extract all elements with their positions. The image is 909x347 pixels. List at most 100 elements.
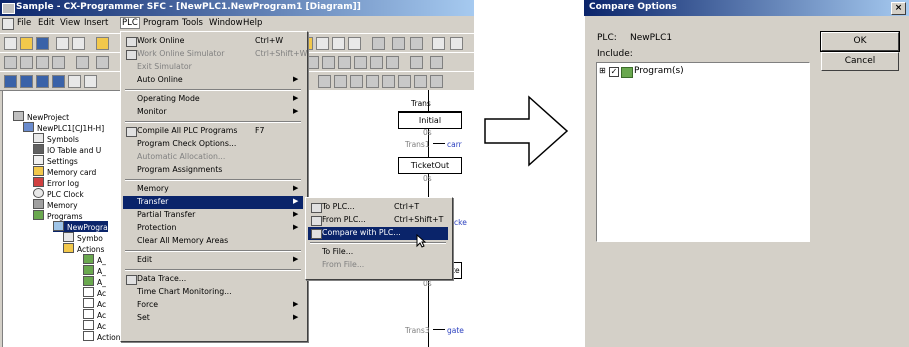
include-item-programs[interactable]: Program(s) — [634, 66, 684, 76]
plc-menu-item-monitor[interactable]: Monitor ▶ — [123, 106, 303, 119]
print-icon[interactable] — [72, 37, 85, 50]
doc-icon[interactable] — [2, 18, 14, 30]
plc-menu-item-automatic-allocation[interactable]: Automatic Allocation... — [123, 151, 303, 164]
pointer-icon[interactable] — [4, 56, 17, 69]
transfer-menu-item-to-file[interactable]: To File... — [308, 246, 448, 259]
watch-icon[interactable] — [36, 75, 49, 88]
menu-help[interactable]: Help — [243, 18, 262, 28]
tree-node-action-a3[interactable]: A_ — [83, 276, 106, 287]
plc-menu-item-compile-all-plc-programs[interactable]: Compile All PLC Programs F7 — [123, 125, 303, 138]
plc-menu-item-memory[interactable]: Memory ▶ — [123, 183, 303, 196]
tree-node-action5[interactable]: Action5 — [83, 331, 121, 342]
print-preview-icon[interactable] — [56, 37, 69, 50]
plc-menu-item-clear-all-memory-areas[interactable]: Clear All Memory Areas — [123, 235, 303, 248]
transfer-menu-item-compare-with-plc[interactable]: Compare with PLC... — [308, 227, 448, 240]
diagram-icon[interactable] — [432, 37, 445, 50]
sfc-view-6-icon[interactable] — [398, 75, 411, 88]
tree-node-action-ac1[interactable]: Ac — [83, 287, 106, 298]
tree-node-plc-clock[interactable]: PLC Clock — [33, 188, 84, 199]
cancel-button[interactable]: Cancel — [821, 52, 899, 71]
tree-node-error-log[interactable]: Error log — [33, 177, 79, 188]
pause-icon[interactable] — [372, 37, 385, 50]
sfc-link-icon[interactable] — [386, 56, 399, 69]
save-icon[interactable] — [36, 37, 49, 50]
output-icon[interactable] — [20, 75, 33, 88]
plc-menu-item-data-trace[interactable]: Data Trace... — [123, 273, 303, 286]
menu-file[interactable]: File — [17, 18, 31, 28]
sfc-transition-icon[interactable] — [322, 56, 335, 69]
mode-icon[interactable] — [392, 37, 405, 50]
sfc-view-3-icon[interactable] — [350, 75, 363, 88]
plc-menu-item-program-assignments[interactable]: Program Assignments — [123, 164, 303, 177]
tree-node-newprogram[interactable]: NewProgra — [53, 221, 108, 232]
ladder-icon[interactable] — [450, 37, 463, 50]
tree-node-settings[interactable]: Settings — [33, 155, 78, 166]
tree-node-memory-card[interactable]: Memory card — [33, 166, 96, 177]
sfc-view-8-icon[interactable] — [430, 75, 443, 88]
sfc-jump-icon[interactable] — [370, 56, 383, 69]
tree-node-symbols[interactable]: Symbols — [33, 133, 79, 144]
plc-menu-item-force[interactable]: Force ▶ — [123, 299, 303, 312]
plc-menu-item-work-online-simulator[interactable]: Work Online Simulator Ctrl+Shift+W — [123, 48, 307, 61]
project-tree[interactable]: NewProject NewPLC1[CJ1H-H] Symbols IO Ta… — [2, 90, 122, 347]
grid-icon[interactable] — [76, 56, 89, 69]
plc-menu-item-work-online[interactable]: Work Online Ctrl+W — [123, 35, 303, 48]
step-initial[interactable]: Initial — [398, 111, 462, 129]
tree-node-program-symbols[interactable]: Symbo — [63, 232, 103, 243]
plc-menu-item-operating-mode[interactable]: Operating Mode ▶ — [123, 93, 303, 106]
open-icon[interactable] — [20, 37, 33, 50]
zoom-in-icon[interactable] — [20, 56, 33, 69]
zoom-fit-icon[interactable] — [52, 56, 65, 69]
transfer-menu-item-to-plc[interactable]: To PLC... Ctrl+T — [308, 201, 448, 214]
tree-node-programs[interactable]: Programs — [33, 210, 83, 221]
zoom-out-icon[interactable] — [36, 56, 49, 69]
menu-program[interactable]: Program — [143, 18, 179, 28]
plc-menu-item-time-chart-monitoring[interactable]: Time Chart Monitoring... — [123, 286, 303, 299]
tree-node-action-a2[interactable]: A_ — [83, 265, 106, 276]
sfc-branch-icon[interactable] — [338, 56, 351, 69]
new-icon[interactable] — [4, 37, 17, 50]
binoculars-icon[interactable] — [348, 37, 361, 50]
sfc-view-2-icon[interactable] — [334, 75, 347, 88]
plc-menu-item-exit-simulator[interactable]: Exit Simulator — [123, 61, 303, 74]
plc-menu-item-edit[interactable]: Edit ▶ — [123, 254, 303, 267]
project-tree-icon[interactable] — [4, 75, 17, 88]
ok-button[interactable]: OK — [820, 31, 900, 52]
transfer-icon[interactable] — [316, 37, 329, 50]
include-tree[interactable] — [596, 62, 810, 242]
transfer-menu-item-from-file[interactable]: From File... — [308, 259, 448, 272]
transfer-menu-item-from-plc[interactable]: From PLC... Ctrl+Shift+T — [308, 214, 448, 227]
sfc-action-icon[interactable] — [410, 56, 423, 69]
properties-icon[interactable] — [68, 75, 81, 88]
include-checkbox[interactable]: ✓ — [609, 67, 619, 77]
menu-edit[interactable]: Edit — [38, 18, 54, 28]
tree-node-action-ac2[interactable]: Ac — [83, 298, 106, 309]
address-ref-icon[interactable] — [52, 75, 65, 88]
menu-insert[interactable]: Insert — [84, 18, 108, 28]
cross-ref-icon[interactable] — [84, 75, 97, 88]
plc-menu-item-partial-transfer[interactable]: Partial Transfer ▶ — [123, 209, 303, 222]
sfc-join-icon[interactable] — [354, 56, 367, 69]
sfc-view-7-icon[interactable] — [414, 75, 427, 88]
tree-node-action-ac3[interactable]: Ac — [83, 309, 106, 320]
plc-menu-item-program-check-options[interactable]: Program Check Options... — [123, 138, 303, 151]
tree-node-memory[interactable]: Memory — [33, 199, 78, 210]
menu-plc[interactable]: PLC — [120, 17, 140, 29]
menu-view[interactable]: View — [60, 18, 80, 28]
sfc-view-5-icon[interactable] — [382, 75, 395, 88]
tree-node-plc[interactable]: NewPLC1[CJ1H-H] — [23, 122, 104, 133]
close-button[interactable]: × — [891, 2, 906, 15]
monitor-icon[interactable] — [332, 37, 345, 50]
menu-window[interactable]: Window — [209, 18, 243, 28]
expand-icon[interactable]: ⊞ — [599, 66, 606, 75]
tree-node-action-ac4[interactable]: Ac — [83, 320, 106, 331]
sfc-view-1-icon[interactable] — [318, 75, 331, 88]
plc-menu-item-transfer[interactable]: Transfer ▶ — [123, 196, 303, 209]
cut-icon[interactable] — [96, 37, 109, 50]
tree-node-project[interactable]: NewProject — [13, 111, 69, 122]
plc-menu-item-set[interactable]: Set ▶ — [123, 312, 303, 325]
step-ticketout[interactable]: TicketOut — [398, 157, 462, 174]
sfc-qualifier-icon[interactable] — [430, 56, 443, 69]
tree-node-actions[interactable]: Actions — [63, 243, 104, 254]
plc-menu-item-protection[interactable]: Protection ▶ — [123, 222, 303, 235]
